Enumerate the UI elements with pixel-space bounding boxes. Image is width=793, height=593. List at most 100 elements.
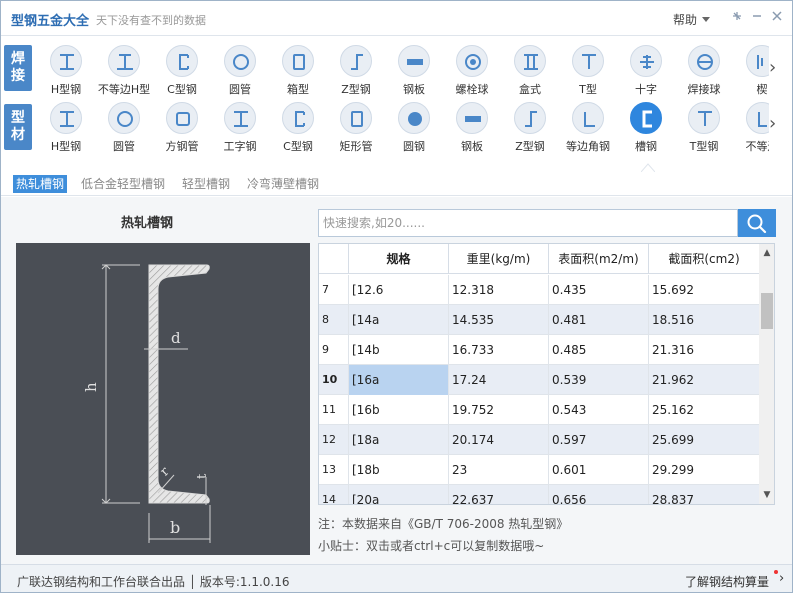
- category-tab-welding[interactable]: 焊 接: [4, 45, 32, 91]
- table-cell-weight[interactable]: 14.535: [449, 305, 549, 335]
- welding-item-6[interactable]: 钢板: [385, 42, 443, 97]
- table-cell-idx[interactable]: 7: [319, 275, 349, 305]
- table-cell-surface[interactable]: 0.485: [549, 335, 649, 365]
- table-cell-surface[interactable]: 0.481: [549, 305, 649, 335]
- welding-item-11[interactable]: 焊接球: [675, 42, 733, 97]
- table-cell-idx[interactable]: 13: [319, 455, 349, 485]
- table-row[interactable]: 8 [14a 14.535 0.481 18.516: [319, 305, 759, 335]
- table-cell-weight[interactable]: 12.318: [449, 275, 549, 305]
- chevron-right-icon[interactable]: ›: [769, 57, 776, 78]
- profiles-item-6[interactable]: 圆钢: [385, 99, 443, 154]
- profiles-item-7[interactable]: 钢板: [443, 99, 501, 154]
- profiles-item-11[interactable]: T型钢: [675, 99, 733, 154]
- profiles-item-9[interactable]: 等边角钢: [559, 99, 617, 154]
- table-cell-area[interactable]: 25.699: [649, 425, 759, 455]
- welding-item-7[interactable]: 螺栓球: [443, 42, 501, 97]
- welding-item-0[interactable]: H型钢: [37, 42, 95, 97]
- table-cell-spec[interactable]: [16a: [349, 365, 449, 395]
- category-tab-profiles[interactable]: 型 材: [4, 104, 32, 150]
- table-cell-spec[interactable]: [14a: [349, 305, 449, 335]
- welding-item-12[interactable]: 楔: [733, 42, 769, 97]
- table-cell-spec[interactable]: [18b: [349, 455, 449, 485]
- welding-item-5[interactable]: Z型钢: [327, 42, 385, 97]
- table-cell-surface[interactable]: 0.539: [549, 365, 649, 395]
- profiles-item-8[interactable]: Z型钢: [501, 99, 559, 154]
- table-cell-surface[interactable]: 0.656: [549, 485, 649, 504]
- table-cell-idx[interactable]: 10: [319, 365, 349, 395]
- table-cell-spec[interactable]: [18a: [349, 425, 449, 455]
- pin-icon[interactable]: [729, 9, 745, 25]
- table-cell-weight[interactable]: 23: [449, 455, 549, 485]
- chevron-right-icon[interactable]: ›: [769, 113, 776, 134]
- column-header-spec[interactable]: 规格: [349, 244, 449, 274]
- table-cell-area[interactable]: 21.316: [649, 335, 759, 365]
- table-row[interactable]: 9 [14b 16.733 0.485 21.316: [319, 335, 759, 365]
- dim-b-label: b: [170, 518, 180, 537]
- table-cell-spec[interactable]: [14b: [349, 335, 449, 365]
- profiles-item-1[interactable]: 圆管: [95, 99, 153, 154]
- table-cell-surface[interactable]: 0.601: [549, 455, 649, 485]
- table-row[interactable]: 14 [20a 22.637 0.656 28.837: [319, 485, 759, 504]
- profiles-item-3[interactable]: 工字钢: [211, 99, 269, 154]
- table-cell-spec[interactable]: [12.6: [349, 275, 449, 305]
- table-cell-area[interactable]: 25.162: [649, 395, 759, 425]
- table-cell-idx[interactable]: 14: [319, 485, 349, 504]
- subtab-low-alloy[interactable]: 低合金轻型槽钢: [78, 175, 168, 193]
- welding-item-2[interactable]: C型钢: [153, 42, 211, 97]
- table-cell-area[interactable]: 15.692: [649, 275, 759, 305]
- learn-more-link[interactable]: 了解钢结构算量: [685, 573, 769, 590]
- search-button[interactable]: [738, 209, 776, 237]
- subtab-light[interactable]: 轻型槽钢: [179, 175, 233, 193]
- scroll-up-icon[interactable]: ▲: [759, 246, 774, 260]
- table-cell-weight[interactable]: 22.637: [449, 485, 549, 504]
- table-scrollbar[interactable]: ▲ ▼: [759, 244, 774, 504]
- table-cell-spec[interactable]: [20a: [349, 485, 449, 504]
- table-cell-idx[interactable]: 11: [319, 395, 349, 425]
- welding-item-3[interactable]: 圆管: [211, 42, 269, 97]
- profiles-item-2[interactable]: 方钢管: [153, 99, 211, 154]
- minimize-icon[interactable]: [749, 9, 765, 25]
- welding-item-8[interactable]: 盒式: [501, 42, 559, 97]
- close-icon[interactable]: [769, 9, 785, 25]
- column-header-area[interactable]: 截面积(cm2): [649, 244, 759, 274]
- table-cell-surface[interactable]: 0.543: [549, 395, 649, 425]
- column-header-surface[interactable]: 表面积(m2/m): [549, 244, 649, 274]
- help-menu[interactable]: 帮助: [673, 11, 711, 28]
- subtab-hot-rolled[interactable]: 热轧槽钢: [13, 175, 68, 193]
- chevron-right-icon[interactable]: ›: [779, 571, 784, 586]
- profiles-item-4[interactable]: C型钢: [269, 99, 327, 154]
- table-cell-area[interactable]: 28.837: [649, 485, 759, 504]
- table-cell-spec[interactable]: [16b: [349, 395, 449, 425]
- table-cell-weight[interactable]: 16.733: [449, 335, 549, 365]
- welding-item-4[interactable]: 箱型: [269, 42, 327, 97]
- profiles-item-0[interactable]: H型钢: [37, 99, 95, 154]
- search-input[interactable]: [319, 210, 737, 236]
- table-row[interactable]: 7 [12.6 12.318 0.435 15.692: [319, 275, 759, 305]
- table-cell-weight[interactable]: 17.24: [449, 365, 549, 395]
- scroll-thumb[interactable]: [761, 293, 773, 329]
- profiles-item-10[interactable]: 槽钢: [617, 99, 675, 154]
- table-cell-idx[interactable]: 9: [319, 335, 349, 365]
- table-cell-surface[interactable]: 0.597: [549, 425, 649, 455]
- table-cell-idx[interactable]: 12: [319, 425, 349, 455]
- profiles-item-12[interactable]: 不等边: [733, 99, 769, 154]
- scroll-down-icon[interactable]: ▼: [759, 488, 774, 502]
- profiles-item-5[interactable]: 矩形管: [327, 99, 385, 154]
- table-cell-weight[interactable]: 19.752: [449, 395, 549, 425]
- table-cell-area[interactable]: 18.516: [649, 305, 759, 335]
- subtab-cold-formed[interactable]: 冷弯薄壁槽钢: [244, 175, 322, 193]
- table-cell-weight[interactable]: 20.174: [449, 425, 549, 455]
- welding-item-9[interactable]: T型: [559, 42, 617, 97]
- welding-item-1[interactable]: 不等边H型: [95, 42, 153, 97]
- table-cell-surface[interactable]: 0.435: [549, 275, 649, 305]
- table-row[interactable]: 11 [16b 19.752 0.543 25.162: [319, 395, 759, 425]
- welding-item-10[interactable]: 十字: [617, 42, 675, 97]
- table-row[interactable]: 13 [18b 23 0.601 29.299: [319, 455, 759, 485]
- table-row[interactable]: 12 [18a 20.174 0.597 25.699: [319, 425, 759, 455]
- column-header-weight[interactable]: 重里(kg/m): [449, 244, 549, 274]
- app-slogan: 天下没有查不到的数据: [96, 14, 206, 27]
- table-cell-area[interactable]: 29.299: [649, 455, 759, 485]
- table-cell-idx[interactable]: 8: [319, 305, 349, 335]
- table-cell-area[interactable]: 21.962: [649, 365, 759, 395]
- table-row[interactable]: 10 [16a 17.24 0.539 21.962: [319, 365, 759, 395]
